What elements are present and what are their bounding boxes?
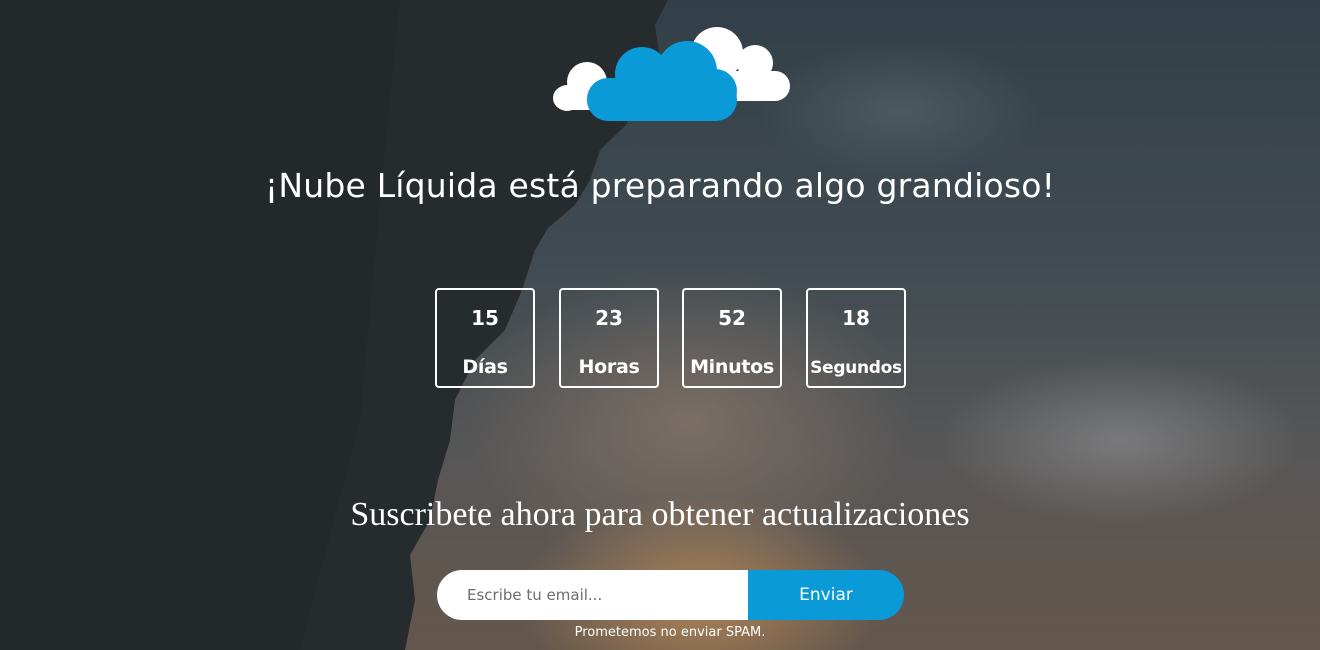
countdown-hours: 23 Horas (559, 288, 659, 388)
countdown-value: 15 (471, 306, 499, 330)
subscribe-form: Enviar (437, 570, 904, 620)
countdown-label: Segundos (810, 358, 902, 378)
countdown-value: 23 (595, 306, 623, 330)
email-field[interactable] (437, 570, 748, 620)
countdown-label: Minutos (690, 356, 774, 378)
countdown-timer: 15 Días 23 Horas 52 Minutos 18 Segundos (435, 288, 906, 388)
countdown-label: Horas (578, 356, 640, 378)
subscribe-heading: Suscribete ahora para obtener actualizac… (350, 496, 970, 533)
nube-liquida-logo (553, 27, 790, 121)
countdown-value: 18 (842, 306, 870, 330)
countdown-days: 15 Días (435, 288, 535, 388)
page-title: ¡Nube Líquida está preparando algo grand… (264, 166, 1056, 205)
countdown-minutes: 52 Minutos (682, 288, 782, 388)
submit-button[interactable]: Enviar (748, 570, 904, 620)
countdown-label: Días (462, 356, 508, 378)
no-spam-note: Prometemos no enviar SPAM. (574, 625, 766, 640)
countdown-value: 52 (718, 306, 746, 330)
countdown-seconds: 18 Segundos (806, 288, 906, 388)
